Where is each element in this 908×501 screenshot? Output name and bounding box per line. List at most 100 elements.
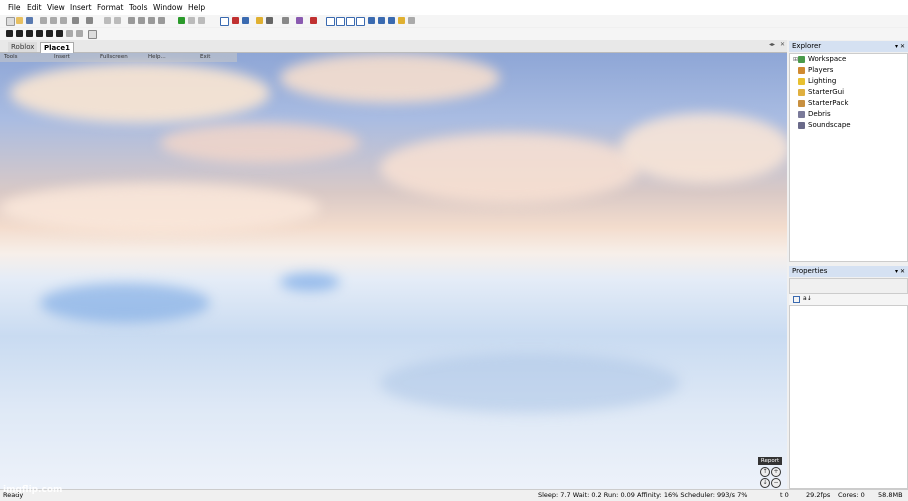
split-icon[interactable] bbox=[76, 30, 83, 37]
soundscape-icon bbox=[798, 121, 805, 129]
status-memory: 58.8MB bbox=[878, 491, 903, 499]
view-icon[interactable] bbox=[368, 17, 375, 24]
camera-up-icon[interactable]: ↑ bbox=[760, 467, 770, 477]
ingame-fullscreen[interactable]: Fullscreen bbox=[100, 54, 128, 60]
menu-help[interactable]: Help bbox=[188, 3, 205, 12]
rotate-icon[interactable] bbox=[128, 17, 135, 24]
stop-icon[interactable] bbox=[188, 17, 195, 24]
ingame-tools[interactable]: Tools bbox=[4, 54, 18, 60]
menu-edit[interactable]: Edit bbox=[27, 3, 42, 12]
tilt-icon[interactable] bbox=[138, 17, 145, 24]
tab-close-icon[interactable]: ✕ bbox=[780, 41, 785, 48]
properties-pin-close-icon[interactable]: ▾ ✕ bbox=[895, 266, 905, 277]
watermark: imgflip.com bbox=[3, 485, 63, 495]
ingame-menu-bar: Tools Insert Fullscreen Help... Exit bbox=[0, 53, 237, 62]
tab-roblox[interactable]: Roblox bbox=[8, 42, 38, 52]
cloud-shadow bbox=[40, 283, 210, 323]
play-icon[interactable] bbox=[178, 17, 185, 24]
undo-icon[interactable] bbox=[72, 17, 79, 24]
camera-down-icon[interactable]: ↓ bbox=[760, 478, 770, 488]
cut-icon[interactable] bbox=[40, 17, 47, 24]
redo-icon[interactable] bbox=[86, 17, 93, 24]
properties-filter[interactable] bbox=[789, 278, 908, 294]
menu-file[interactable]: File bbox=[8, 3, 21, 12]
resize-tool-icon[interactable] bbox=[242, 17, 249, 24]
lower-icon[interactable] bbox=[56, 30, 63, 37]
document-tabs: Roblox Place1 ◂▸ ✕ bbox=[0, 40, 787, 53]
lighting-icon bbox=[798, 77, 805, 85]
tab-prev-icon[interactable]: ◂▸ bbox=[769, 41, 775, 48]
status-t: t 0 bbox=[780, 491, 789, 499]
cloud-shadow bbox=[380, 353, 680, 413]
status-bar: Ready Sleep: 7.7 Wait: 0.2 Run: 0.09 Aff… bbox=[0, 489, 908, 501]
menu-tools[interactable]: Tools bbox=[129, 3, 147, 12]
new-file-icon[interactable] bbox=[6, 17, 15, 26]
sort-alpha-icon[interactable]: a↓ bbox=[803, 295, 812, 302]
x-icon[interactable] bbox=[66, 30, 73, 37]
fit-icon[interactable] bbox=[346, 17, 355, 26]
arrow-up-icon[interactable] bbox=[26, 30, 33, 37]
script-icon[interactable] bbox=[398, 17, 405, 24]
raise-icon[interactable] bbox=[46, 30, 53, 37]
report-button[interactable]: Report bbox=[758, 457, 782, 465]
down-icon[interactable] bbox=[158, 17, 165, 24]
select-all-icon[interactable] bbox=[104, 17, 111, 24]
arrow-right-icon[interactable] bbox=[16, 30, 23, 37]
pause-icon[interactable] bbox=[198, 17, 205, 24]
ingame-insert[interactable]: Insert bbox=[54, 54, 70, 60]
cloud bbox=[0, 183, 320, 233]
dropdown-icon[interactable] bbox=[88, 30, 97, 39]
grid-icon[interactable] bbox=[356, 17, 365, 26]
paste-icon[interactable] bbox=[60, 17, 67, 24]
cloud bbox=[10, 63, 270, 123]
explorer-pin-close-icon[interactable]: ▾ ✕ bbox=[895, 41, 905, 52]
main-toolbar bbox=[0, 15, 908, 27]
explorer-item-debris[interactable]: Debris bbox=[798, 109, 831, 120]
zoom-icon[interactable] bbox=[336, 17, 345, 26]
explorer-item-players[interactable]: Players bbox=[798, 65, 833, 76]
copy-icon[interactable] bbox=[50, 17, 57, 24]
game-viewport[interactable]: Tools Insert Fullscreen Help... Exit Rep… bbox=[0, 53, 787, 489]
explorer-item-workspace[interactable]: Workspace bbox=[798, 54, 846, 65]
paint-icon[interactable] bbox=[296, 17, 303, 24]
explorer-panel: ⊞ Workspace Players Lighting StarterGui … bbox=[789, 53, 908, 262]
explorer-item-startergui[interactable]: StarterGui bbox=[798, 87, 844, 98]
workspace-icon bbox=[798, 55, 805, 63]
explorer-item-starterpack[interactable]: StarterPack bbox=[798, 98, 848, 109]
menu-insert[interactable]: Insert bbox=[70, 3, 92, 12]
status-stats: Sleep: 7.7 Wait: 0.2 Run: 0.09 Affinity:… bbox=[538, 491, 748, 499]
arrow-down-icon[interactable] bbox=[36, 30, 43, 37]
ingame-help[interactable]: Help... bbox=[148, 54, 166, 60]
explorer-item-soundscape[interactable]: Soundscape bbox=[798, 120, 851, 131]
open-folder-icon[interactable] bbox=[16, 17, 23, 24]
save-icon[interactable] bbox=[26, 17, 33, 24]
arrow-left-icon[interactable] bbox=[6, 30, 13, 37]
camera-icon[interactable] bbox=[326, 17, 335, 26]
menu-view[interactable]: View bbox=[47, 3, 65, 12]
up-icon[interactable] bbox=[148, 17, 155, 24]
anchor-icon[interactable] bbox=[266, 17, 273, 24]
categorized-icon[interactable] bbox=[793, 296, 800, 303]
explorer-item-lighting[interactable]: Lighting bbox=[798, 76, 836, 87]
starterpack-icon bbox=[798, 99, 805, 107]
zoom-out-icon[interactable]: − bbox=[771, 478, 781, 488]
menu-format[interactable]: Format bbox=[97, 3, 123, 12]
lock-icon[interactable] bbox=[256, 17, 263, 24]
menu-window[interactable]: Window bbox=[153, 3, 183, 12]
select-tool-icon[interactable] bbox=[220, 17, 229, 26]
screen-icon[interactable] bbox=[378, 17, 385, 24]
explorer-toggle-icon[interactable] bbox=[388, 17, 395, 24]
ingame-exit[interactable]: Exit bbox=[200, 54, 210, 60]
startergui-icon bbox=[798, 88, 805, 96]
tab-place1[interactable]: Place1 bbox=[40, 42, 75, 53]
secondary-toolbar bbox=[0, 28, 908, 40]
cloud bbox=[620, 113, 787, 183]
menu-bar: File Edit View Insert Format Tools Windo… bbox=[0, 0, 908, 15]
more-icon[interactable] bbox=[408, 17, 415, 24]
zoom-in-icon[interactable]: + bbox=[771, 467, 781, 477]
group-icon[interactable] bbox=[282, 17, 289, 24]
move-tool-icon[interactable] bbox=[232, 17, 239, 24]
properties-toolbar: a↓ bbox=[789, 294, 908, 305]
delete-icon[interactable] bbox=[114, 17, 121, 24]
fill-icon[interactable] bbox=[310, 17, 317, 24]
